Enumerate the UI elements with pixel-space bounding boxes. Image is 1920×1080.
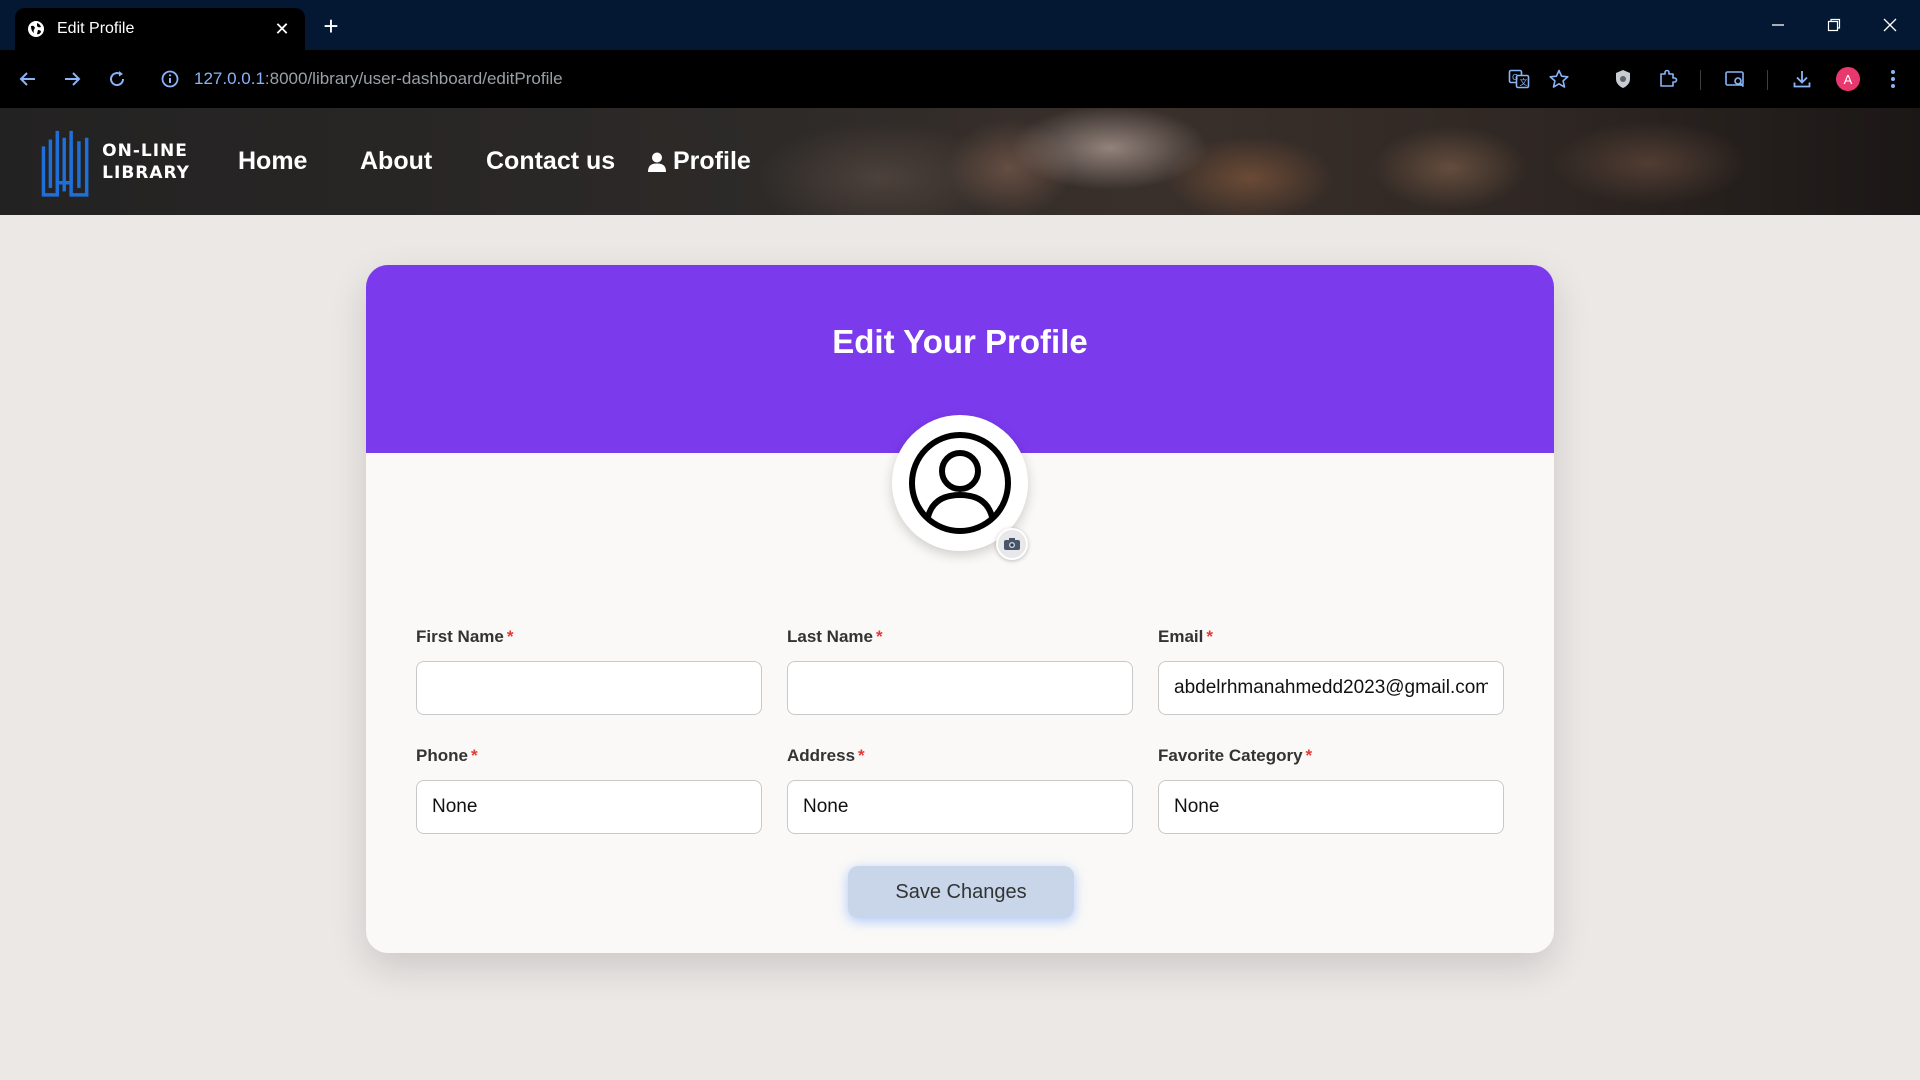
first-name-label: First Name * [416, 627, 514, 646]
email-label: Email * [1158, 627, 1213, 646]
browser-toolbar: 127.0.0.1:8000/library/user-dashboard/ed… [0, 50, 1920, 108]
last-name-group: Last Name * [787, 627, 1133, 715]
nav-profile[interactable]: Profile [646, 108, 751, 215]
restore-icon[interactable] [1806, 0, 1862, 50]
required-marker: * [470, 746, 478, 765]
logo-line-2: LIBRARY [102, 163, 190, 183]
new-tab-icon[interactable]: + [316, 11, 346, 41]
favorite-category-input[interactable] [1158, 780, 1504, 834]
bookmark-star-icon[interactable] [1543, 63, 1575, 95]
required-marker: * [1305, 746, 1313, 765]
favorite-category-label: Favorite Category * [1158, 746, 1313, 765]
browser-tab-strip: Edit Profile ✕ + [0, 0, 1920, 50]
tab-title: Edit Profile [57, 20, 135, 37]
last-name-label: Last Name * [787, 627, 883, 646]
library-logo-icon [41, 130, 89, 197]
close-window-icon[interactable] [1862, 0, 1918, 50]
address-label: Address * [787, 746, 865, 765]
favorite-category-group: Favorite Category * [1158, 746, 1504, 834]
menu-kebab-icon[interactable] [1877, 63, 1909, 95]
svg-text:文: 文 [1520, 77, 1528, 87]
profile-initial: A [1836, 67, 1860, 91]
url-host: 127.0.0.1 [194, 69, 265, 88]
address-input[interactable] [787, 780, 1133, 834]
site-header: ON-LINE LIBRARY Home About Contact us Pr… [0, 108, 1920, 215]
user-circle-icon [909, 432, 1011, 534]
nav-contact[interactable]: Contact us [486, 108, 615, 215]
globe-icon [27, 20, 45, 38]
page-title: Edit Your Profile [832, 323, 1088, 360]
save-changes-button[interactable]: Save Changes [848, 866, 1074, 918]
back-icon[interactable] [12, 63, 44, 95]
email-group: Email * [1158, 627, 1504, 715]
nav-home[interactable]: Home [238, 108, 307, 215]
edit-profile-card: Edit Your Profile First Name * Last Name *… [366, 265, 1554, 953]
forward-icon[interactable] [56, 63, 88, 95]
phone-label: Phone * [416, 746, 478, 765]
change-photo-button[interactable] [996, 528, 1028, 560]
first-name-input[interactable] [416, 661, 762, 715]
profile-avatar-icon[interactable]: A [1832, 63, 1864, 95]
url-path: :8000/library/user-dashboard/editProfile [264, 69, 563, 88]
shield-extension-icon[interactable] [1607, 63, 1639, 95]
minimize-icon[interactable] [1750, 0, 1806, 50]
nav-about[interactable]: About [360, 108, 432, 215]
extensions-puzzle-icon[interactable] [1652, 63, 1684, 95]
site-logo[interactable]: ON-LINE LIBRARY [40, 122, 190, 202]
nav-profile-label: Profile [673, 147, 751, 175]
camera-icon [1004, 538, 1020, 550]
download-icon[interactable] [1786, 63, 1818, 95]
site-info-icon[interactable] [160, 69, 180, 89]
phone-group: Phone * [416, 746, 762, 834]
translate-icon[interactable]: G文 [1503, 63, 1535, 95]
tab-search-icon[interactable] [1719, 63, 1751, 95]
person-icon [648, 152, 666, 172]
close-tab-icon[interactable]: ✕ [271, 18, 293, 40]
required-marker: * [875, 627, 883, 646]
reload-icon[interactable] [101, 63, 133, 95]
svg-text:G: G [1512, 73, 1518, 82]
logo-line-1: ON-LINE [102, 141, 188, 161]
address-group: Address * [787, 746, 1133, 834]
required-marker: * [858, 746, 865, 765]
required-marker: * [1206, 627, 1213, 646]
browser-tab[interactable]: Edit Profile ✕ [15, 8, 305, 50]
address-bar[interactable]: 127.0.0.1:8000/library/user-dashboard/ed… [160, 64, 563, 94]
first-name-group: First Name * [416, 627, 762, 715]
required-marker: * [506, 627, 514, 646]
email-input[interactable] [1158, 661, 1504, 715]
phone-input[interactable] [416, 780, 762, 834]
last-name-input[interactable] [787, 661, 1133, 715]
